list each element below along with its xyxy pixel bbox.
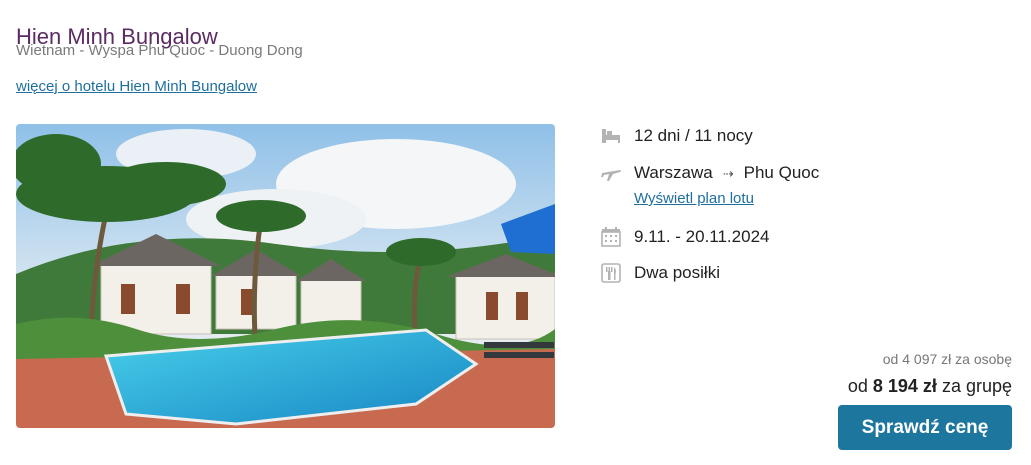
price-per-person-prefix: od: [882, 351, 899, 367]
route-arrow-icon: ⇢: [722, 166, 734, 181]
price-per-person-amount: 4 097 zł: [902, 351, 952, 367]
hotel-photo[interactable]: [16, 124, 555, 428]
calendar-icon: [600, 226, 622, 248]
dates-row: 9.11. - 20.11.2024: [600, 226, 769, 248]
duration-text: 12 dni / 11 nocy: [634, 126, 753, 145]
price-group-prefix: od: [847, 376, 868, 396]
dates-text: 9.11. - 20.11.2024: [634, 227, 770, 246]
price-per-group: od 8 194 zł za grupę: [848, 376, 1012, 397]
route-text: Warszawa ⇢ Phu Quoc: [634, 163, 819, 183]
destination-city: Phu Quoc: [743, 163, 820, 182]
duration-row: 12 dni / 11 nocy: [600, 125, 753, 147]
airplane-icon: [600, 162, 622, 184]
flight-plan-link[interactable]: Wyświetl plan lotu: [634, 190, 754, 207]
flight-row: Warszawa ⇢ Phu Quoc: [600, 162, 819, 184]
departure-city: Warszawa: [634, 163, 713, 182]
hotel-location: Wietnam - Wyspa Phu Quoc - Duong Dong: [16, 42, 303, 59]
price-group-suffix: za grupę: [941, 376, 1012, 396]
hotel-details-link[interactable]: więcej o hotelu Hien Minh Bungalow: [16, 78, 257, 95]
hotel-pool-image: [16, 124, 555, 428]
board-text: Dwa posiłki: [634, 263, 720, 282]
price-per-person-suffix: za osobę: [955, 351, 1012, 367]
price-per-person: od 4 097 zł za osobę: [883, 351, 1012, 367]
check-price-button[interactable]: Sprawdź cenę: [838, 405, 1012, 450]
bed-icon: [600, 125, 622, 147]
board-row: Dwa posiłki: [600, 262, 720, 284]
price-group-amount: 8 194 zł: [872, 376, 937, 396]
cutlery-icon: [600, 262, 622, 284]
